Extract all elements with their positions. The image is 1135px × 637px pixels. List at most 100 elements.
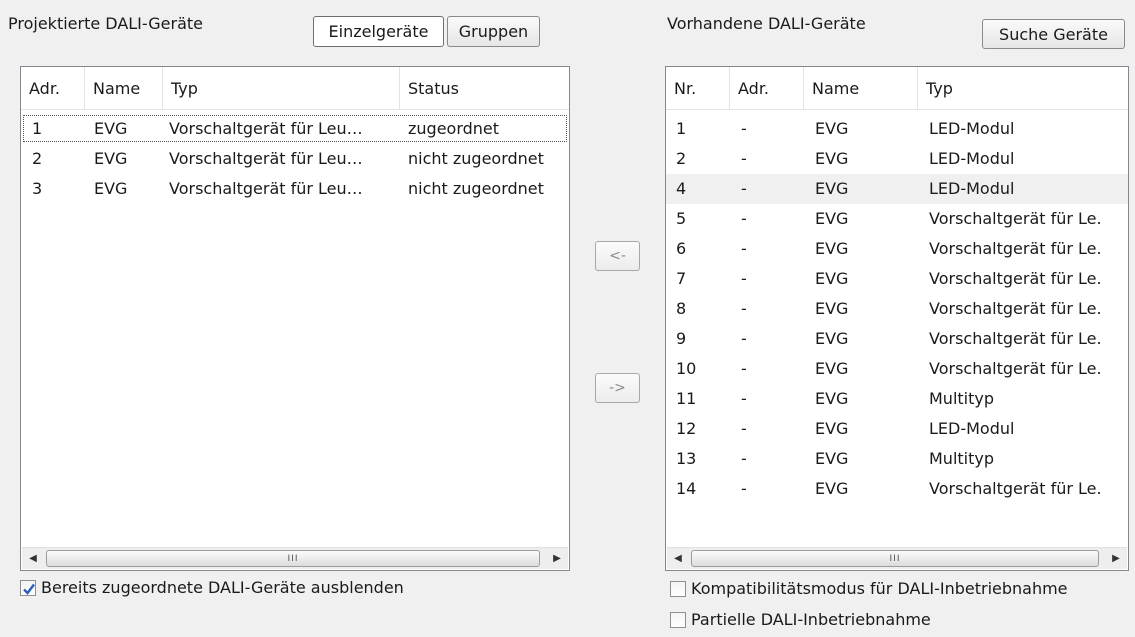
table-cell: - — [741, 269, 747, 288]
column-header-name[interactable]: Name — [85, 67, 163, 110]
checkbox-checked-icon[interactable] — [20, 579, 36, 596]
table-cell: EVG — [815, 479, 849, 498]
column-header-adr[interactable]: Adr. — [21, 67, 85, 110]
compat-mode-label: Kompatibilitätsmodus für DALI-Inbetriebn… — [691, 579, 1068, 598]
column-header-status[interactable]: Status — [400, 67, 571, 110]
table-cell: EVG — [815, 209, 849, 228]
table-cell: 13 — [676, 449, 697, 468]
move-left-button[interactable]: <- — [595, 241, 640, 271]
table-cell: 2 — [676, 149, 687, 168]
table-cell: 2 — [32, 149, 43, 168]
horizontal-scrollbar[interactable]: ◀ III ▶ — [667, 547, 1127, 569]
table-cell: EVG — [815, 269, 849, 288]
scroll-thumb-grip: III — [889, 553, 901, 564]
scroll-thumb[interactable]: III — [691, 550, 1099, 567]
column-header-typ[interactable]: Typ — [918, 67, 1130, 110]
table-cell: 1 — [676, 119, 687, 138]
table-cell: - — [741, 359, 747, 378]
table-cell: Vorschaltgerät für Leu… — [169, 179, 363, 198]
table-cell: EVG — [815, 149, 849, 168]
projected-devices-title: Projektierte DALI-Geräte — [8, 14, 203, 33]
compat-mode-checkbox[interactable]: Kompatibilitätsmodus für DALI-Inbetriebn… — [670, 579, 1068, 598]
checkbox-unchecked-icon[interactable] — [670, 611, 686, 628]
table-cell: Vorschaltgerät für Le. — [929, 239, 1102, 258]
table-cell: LED-Modul — [929, 419, 1015, 438]
column-header-nr[interactable]: Nr. — [666, 67, 730, 110]
hide-assigned-label: Bereits zugeordnete DALI-Geräte ausblend… — [41, 578, 404, 597]
table-row[interactable]: 7 - EVG Vorschaltgerät für Le. — [666, 264, 1128, 294]
table-cell: EVG — [94, 119, 128, 138]
table-cell: Vorschaltgerät für Le. — [929, 269, 1102, 288]
table-cell: zugeordnet — [408, 119, 500, 138]
table-cell: 7 — [676, 269, 687, 288]
scroll-right-icon[interactable]: ▶ — [1105, 548, 1127, 569]
table-row[interactable]: 9 - EVG Vorschaltgerät für Le. — [666, 324, 1128, 354]
table-cell: 5 — [676, 209, 687, 228]
table-cell: 4 — [676, 179, 687, 198]
table-cell: - — [741, 209, 747, 228]
single-devices-button[interactable]: Einzelgeräte — [313, 16, 444, 47]
table-row[interactable]: 3 EVG Vorschaltgerät für Leu… nicht zugeord… — [21, 174, 569, 204]
table-cell: 8 — [676, 299, 687, 318]
list-header: Nr. Adr. Name Typ — [666, 67, 1128, 110]
available-devices-title: Vorhandene DALI-Geräte — [667, 14, 866, 33]
search-devices-button[interactable]: Suche Geräte — [982, 19, 1125, 49]
groups-button[interactable]: Gruppen — [447, 16, 540, 47]
partial-commissioning-checkbox[interactable]: Partielle DALI-Inbetriebnahme — [670, 610, 931, 629]
table-row[interactable]: 2 - EVG LED-Modul — [666, 144, 1128, 174]
partial-commissioning-label: Partielle DALI-Inbetriebnahme — [691, 610, 931, 629]
table-cell: EVG — [815, 329, 849, 348]
table-cell: Vorschaltgerät für Leu… — [169, 119, 363, 138]
move-right-button[interactable]: -> — [595, 373, 640, 403]
table-cell: 11 — [676, 389, 697, 408]
table-cell: 1 — [32, 119, 43, 138]
table-cell: Vorschaltgerät für Le. — [929, 359, 1102, 378]
available-devices-list[interactable]: Nr. Adr. Name Typ 1 - EVG LED-Modul 2 - EVG LED… — [665, 66, 1129, 571]
table-cell: LED-Modul — [929, 179, 1015, 198]
table-row[interactable]: 1 - EVG LED-Modul — [666, 114, 1128, 144]
table-cell: Multityp — [929, 389, 995, 408]
table-cell: - — [741, 299, 747, 318]
column-header-adr[interactable]: Adr. — [730, 67, 804, 110]
table-row[interactable]: 14 - EVG Vorschaltgerät für Le. — [666, 474, 1128, 504]
projected-devices-list[interactable]: Adr. Name Typ Status 1 EVG Vorschaltgerät … — [20, 66, 570, 571]
table-row[interactable]: 8 - EVG Vorschaltgerät für Le. — [666, 294, 1128, 324]
table-cell: EVG — [815, 389, 849, 408]
table-cell: - — [741, 389, 747, 408]
scroll-right-icon[interactable]: ▶ — [546, 548, 568, 569]
table-cell: LED-Modul — [929, 149, 1015, 168]
table-cell: Vorschaltgerät für Le. — [929, 209, 1102, 228]
table-row[interactable]: 12 - EVG LED-Modul — [666, 414, 1128, 444]
table-row[interactable]: 1 EVG Vorschaltgerät für Leu… zugeordnet — [21, 114, 569, 144]
scroll-left-icon[interactable]: ◀ — [22, 548, 44, 569]
table-row[interactable]: 2 EVG Vorschaltgerät für Leu… nicht zugeord… — [21, 144, 569, 174]
table-cell: - — [741, 119, 747, 138]
table-cell: - — [741, 329, 747, 348]
table-row[interactable]: 5 - EVG Vorschaltgerät für Le. — [666, 204, 1128, 234]
column-header-typ[interactable]: Typ — [163, 67, 400, 110]
list-header: Adr. Name Typ Status — [21, 67, 569, 110]
table-cell: 6 — [676, 239, 687, 258]
table-cell: Vorschaltgerät für Le. — [929, 299, 1102, 318]
scroll-thumb[interactable]: III — [46, 550, 540, 567]
scroll-left-icon[interactable]: ◀ — [667, 548, 689, 569]
table-cell: EVG — [815, 179, 849, 198]
table-cell: EVG — [94, 179, 128, 198]
column-header-name[interactable]: Name — [804, 67, 918, 110]
table-cell: Multityp — [929, 449, 995, 468]
horizontal-scrollbar[interactable]: ◀ III ▶ — [22, 547, 568, 569]
table-row[interactable]: 4 - EVG LED-Modul — [666, 174, 1128, 204]
scroll-thumb-grip: III — [287, 553, 299, 564]
checkbox-unchecked-icon[interactable] — [670, 580, 686, 597]
table-cell: Vorschaltgerät für Leu… — [169, 149, 363, 168]
table-row[interactable]: 13 - EVG Multityp — [666, 444, 1128, 474]
table-row[interactable]: 10 - EVG Vorschaltgerät für Le. — [666, 354, 1128, 384]
table-cell: - — [741, 449, 747, 468]
table-cell: LED-Modul — [929, 119, 1015, 138]
table-cell: 10 — [676, 359, 697, 378]
hide-assigned-checkbox[interactable]: Bereits zugeordnete DALI-Geräte ausblend… — [20, 578, 404, 597]
table-cell: - — [741, 149, 747, 168]
table-row[interactable]: 11 - EVG Multityp — [666, 384, 1128, 414]
table-row[interactable]: 6 - EVG Vorschaltgerät für Le. — [666, 234, 1128, 264]
table-cell: EVG — [94, 149, 128, 168]
